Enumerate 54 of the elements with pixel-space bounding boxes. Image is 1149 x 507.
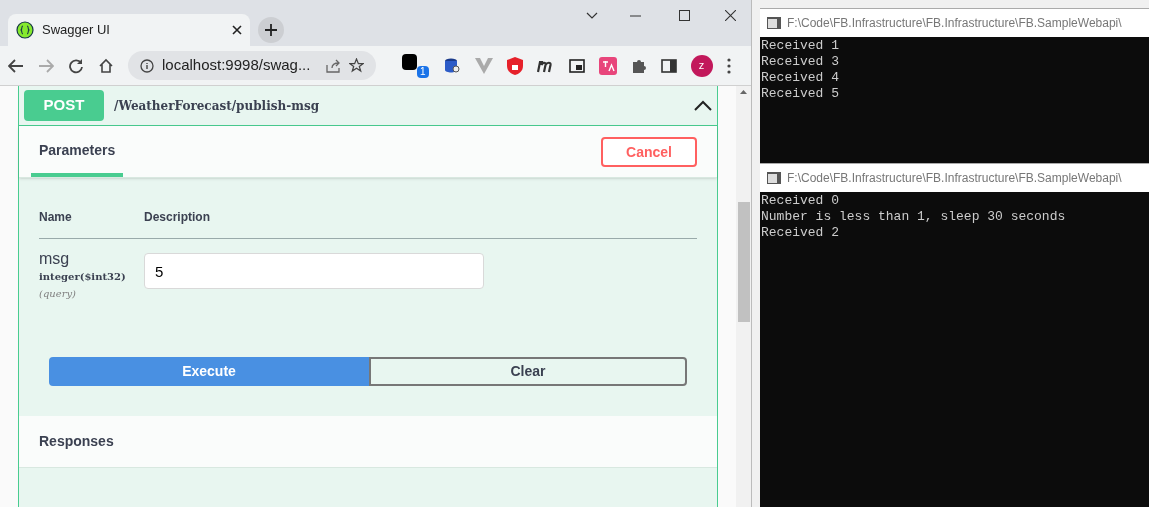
- maximize-icon[interactable]: [679, 10, 690, 21]
- database-icon[interactable]: [442, 56, 461, 75]
- back-arrow-icon[interactable]: [8, 58, 24, 73]
- clear-button[interactable]: Clear: [369, 357, 687, 386]
- console-line: Received 3: [761, 54, 840, 70]
- endpoint-path: /WeatherForecast/publish-msg: [114, 97, 321, 115]
- parameter-location: (query): [39, 287, 77, 301]
- console-title: F:\Code\FB.Infrastructure\FB.Infrastructure\FB.SampleWebapi\: [787, 170, 1122, 187]
- extension-badge: 1: [417, 65, 429, 78]
- responses-title: Responses: [39, 432, 114, 451]
- braces-logo-icon: [16, 21, 34, 39]
- share-icon[interactable]: [326, 58, 341, 73]
- extension-icon[interactable]: [402, 53, 417, 70]
- home-icon[interactable]: [98, 57, 114, 74]
- plus-icon: [265, 24, 277, 36]
- console-app-icon: [767, 17, 781, 29]
- scrollbar-thumb[interactable]: [737, 202, 750, 322]
- column-header: Description: [144, 209, 210, 226]
- side-panel-icon[interactable]: [660, 58, 677, 73]
- menu-icon[interactable]: [726, 57, 731, 74]
- parameter-type: integer($int32): [39, 270, 127, 284]
- url-text: localhost:9998/swag...: [162, 55, 312, 76]
- scrollbar[interactable]: [736, 86, 751, 507]
- parameter-input[interactable]: 5: [144, 253, 484, 289]
- new-tab-button[interactable]: [258, 17, 284, 43]
- browser-tab[interactable]: Swagger UI: [8, 14, 250, 46]
- console-line: Number is less than 1, sleep 30 seconds: [761, 209, 1067, 225]
- console-app-icon: [767, 172, 781, 184]
- console-line: Received 2: [761, 225, 840, 241]
- m-logo-icon[interactable]: [536, 58, 555, 73]
- tab-title: Swagger UI: [42, 21, 111, 40]
- scroll-up-arrow-icon[interactable]: [740, 90, 747, 94]
- console-line: Received 1: [761, 38, 840, 54]
- puzzle-icon[interactable]: [630, 57, 647, 74]
- star-icon[interactable]: [349, 58, 364, 73]
- console-title: F:\Code\FB.Infrastructure\FB.Infrastructure\FB.SampleWebapi\: [787, 15, 1122, 32]
- column-header: Name: [39, 209, 73, 226]
- console-line: Received 0: [761, 193, 840, 209]
- console-line: Received 5: [761, 86, 840, 102]
- reload-icon[interactable]: [68, 57, 84, 74]
- section-tab[interactable]: Parameters: [31, 140, 124, 177]
- profile-avatar[interactable]: z: [690, 54, 713, 77]
- close-icon[interactable]: [232, 25, 242, 35]
- info-icon[interactable]: [140, 58, 154, 73]
- picture-in-picture-icon[interactable]: [568, 58, 585, 73]
- chevron-up-icon[interactable]: [694, 100, 712, 111]
- chevron-down-icon[interactable]: [586, 12, 598, 20]
- shield-lock-icon[interactable]: [506, 56, 523, 75]
- parameter-name: msg: [39, 249, 71, 269]
- method-badge: POST: [24, 90, 104, 121]
- close-icon[interactable]: [725, 10, 736, 21]
- translate-icon[interactable]: [598, 56, 617, 75]
- address-bar[interactable]: localhost:9998/swag...: [128, 51, 376, 80]
- console-line: Received 4: [761, 70, 840, 86]
